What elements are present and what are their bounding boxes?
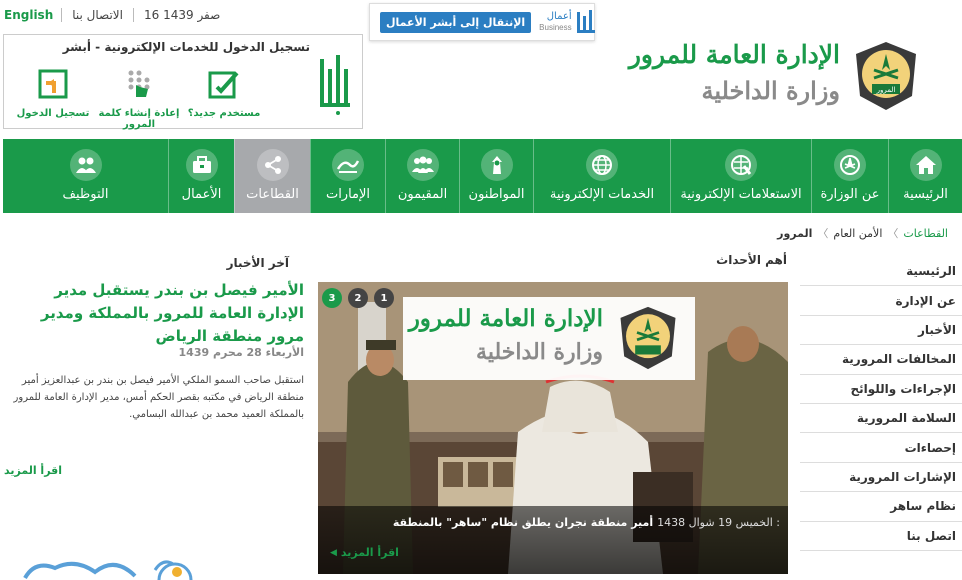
nav-label: التوظيف xyxy=(62,187,109,202)
sidebar-item-saher[interactable]: نظام ساهر xyxy=(800,492,962,522)
reset-password-action[interactable]: إعادة إنشاء كلمة المرور xyxy=(94,67,184,130)
nav-label: الرئيسية xyxy=(903,187,948,202)
sector-sidebar-menu: الرئيسية عن الإدارة الأخبار المخالفات ال… xyxy=(800,257,962,551)
absher-login-title: تسجيل الدخول للخدمات الإلكترونية - أبشر xyxy=(62,40,310,54)
nav-label: القطاعات xyxy=(246,187,299,202)
nav-item-about-ministry[interactable]: عن الوزارة xyxy=(811,139,888,213)
absher-business-button[interactable]: الإنتقال إلى أبشر الأعمال xyxy=(380,11,532,33)
chevron-left-icon: 〈 xyxy=(817,227,829,240)
sidebar-item-about[interactable]: عن الإدارة xyxy=(800,286,962,316)
nav-item-sectors[interactable]: القطاعات xyxy=(234,139,310,213)
hijri-date: 16 صفر 1439 xyxy=(143,8,221,22)
login-label: تسجيل الدخول xyxy=(16,108,90,119)
keypad-icon xyxy=(128,70,150,97)
edit-form-icon xyxy=(208,71,239,99)
residents-icon xyxy=(406,149,439,181)
sidebar-item-procedures[interactable]: الإجراءات واللوائح xyxy=(800,375,962,404)
new-user-label: مستخدم جديد؟ xyxy=(187,108,261,119)
login-action[interactable]: تسجيل الدخول xyxy=(8,67,98,119)
sidebar-item-contact[interactable]: اتصل بنا xyxy=(800,522,962,551)
login-arrow-icon xyxy=(38,69,68,99)
absher-business-logo[interactable]: أعمال Business xyxy=(539,8,596,36)
sidebar-item-violations[interactable]: المخالفات المرورية xyxy=(800,345,962,375)
nav-item-citizens[interactable]: المواطنون xyxy=(459,139,533,213)
brand-subtitle: وزارة الداخلية xyxy=(701,76,840,105)
traffic-emblem-icon: المرور xyxy=(856,42,916,110)
sidebar-item-safety[interactable]: السلامة المرورية xyxy=(800,404,962,434)
news-headline-link[interactable]: الأمير فيصل بن بندر يستقبل مدير الإدارة … xyxy=(8,279,304,348)
featured-slider[interactable]: الإدارة العامة للمرور وزارة الداخلية 3 2… xyxy=(318,282,788,574)
featured-title-link[interactable]: أمير منطقة نجران يطلق نظام "ساهر" بالمنط… xyxy=(393,516,653,529)
globe-inquiry-icon xyxy=(725,149,757,181)
share-network-icon xyxy=(256,149,289,181)
nav-item-residents[interactable]: المقيمون xyxy=(385,139,459,213)
slide-dot[interactable]: 1 xyxy=(374,288,394,308)
ministry-emblem-icon xyxy=(834,149,866,181)
nav-label: المقيمون xyxy=(397,187,448,202)
overlay-brand-title: الإدارة العامة للمرور xyxy=(408,305,603,332)
nav-item-business[interactable]: الأعمال xyxy=(168,139,234,213)
partner-logo-icon xyxy=(23,560,193,580)
nav-label: المواطنون xyxy=(468,187,525,202)
breadcrumb-item[interactable]: القطاعات xyxy=(903,227,948,240)
featured-date: الخميس 19 شوال 1438 : xyxy=(657,516,780,529)
nav-item-e-services[interactable]: الخدمات الإلكترونية xyxy=(533,139,670,213)
featured-read-more-link[interactable]: ◀ اقرأ المزيد xyxy=(330,546,399,559)
nav-item-emirates[interactable]: الإمارات xyxy=(310,139,385,213)
site-brand[interactable]: الإدارة العامة للمرور وزارة الداخلية الم… xyxy=(629,40,922,120)
slider-pagination: 3 2 1 xyxy=(322,288,394,308)
nav-label: الإمارات xyxy=(325,187,371,202)
featured-read-more-label: اقرأ المزيد xyxy=(340,546,399,559)
top-utility-bar: English الاتصال بنا 16 صفر 1439 xyxy=(0,0,230,30)
breadcrumb-item[interactable]: الأمن العام xyxy=(833,227,882,240)
traffic-emblem-icon xyxy=(620,306,676,370)
sidebar-item-statistics[interactable]: إحصاءات xyxy=(800,433,962,463)
news-read-more-link[interactable]: اقرأ المزيد xyxy=(4,464,62,477)
absher-login-box: تسجيل الدخول للخدمات الإلكترونية - أبشر … xyxy=(3,34,363,130)
business-logo-en: Business xyxy=(539,23,572,32)
absher-logo-icon[interactable] xyxy=(316,49,356,121)
breadcrumb-current: المرور xyxy=(777,226,813,240)
nav-item-e-inquiries[interactable]: الاستعلامات الإلكترونية xyxy=(670,139,811,213)
new-user-action[interactable]: مستخدم جديد؟ xyxy=(179,67,269,119)
top-events-heading: أهم الأحداث xyxy=(716,253,787,267)
main-nav: الرئيسية عن الوزارة الاستعلامات الإلكترو… xyxy=(3,139,962,213)
news-date: الأربعاء 28 محرم 1439 xyxy=(178,346,304,359)
contact-link[interactable]: الاتصال بنا xyxy=(62,8,133,22)
language-switch-link[interactable]: English xyxy=(0,8,61,22)
slide-dot[interactable]: 3 xyxy=(322,288,342,308)
brand-title: الإدارة العامة للمرور xyxy=(628,40,840,69)
sidebar-item-news[interactable]: الأخبار xyxy=(800,316,962,346)
briefcase-icon xyxy=(185,149,218,181)
home-icon xyxy=(909,149,942,181)
nav-label: الاستعلامات الإلكترونية xyxy=(680,187,802,202)
chevron-left-icon: 〈 xyxy=(887,227,899,240)
absher-logo-icon xyxy=(576,10,595,33)
overlay-brand-subtitle: وزارة الداخلية xyxy=(476,339,603,365)
globe-icon xyxy=(586,149,618,181)
caret-left-icon: ◀ xyxy=(330,547,337,558)
people-icon xyxy=(69,149,102,181)
breadcrumb: القطاعات 〈 الأمن العام 〈 المرور xyxy=(777,225,948,241)
nav-item-home[interactable]: الرئيسية xyxy=(888,139,962,213)
featured-caption: الخميس 19 شوال 1438 : أمير منطقة نجران ي… xyxy=(318,506,788,574)
featured-logo-overlay: الإدارة العامة للمرور وزارة الداخلية xyxy=(403,297,695,380)
nav-label: عن الوزارة xyxy=(820,187,880,202)
sidebar-item-home[interactable]: الرئيسية xyxy=(800,257,962,287)
reset-password-label: إعادة إنشاء كلمة المرور xyxy=(98,108,180,130)
emblem-text: المرور xyxy=(876,86,896,94)
nav-label: الأعمال xyxy=(181,187,222,202)
news-summary: استقبل صاحب السمو الملكي الأمير فيصل بن … xyxy=(13,375,304,420)
citizen-icon xyxy=(480,149,513,181)
latest-news-heading: آخر الأخبار xyxy=(226,256,289,270)
sidebar-item-signs[interactable]: الإشارات المرورية xyxy=(800,463,962,493)
slide-dot[interactable]: 2 xyxy=(348,288,368,308)
emirates-icon xyxy=(332,149,364,181)
absher-business-box: الإنتقال إلى أبشر الأعمال أعمال Business xyxy=(369,3,595,41)
nav-item-employment[interactable]: التوظيف xyxy=(3,139,168,213)
business-logo-ar: أعمال xyxy=(546,11,572,22)
nav-label: الخدمات الإلكترونية xyxy=(549,187,655,202)
